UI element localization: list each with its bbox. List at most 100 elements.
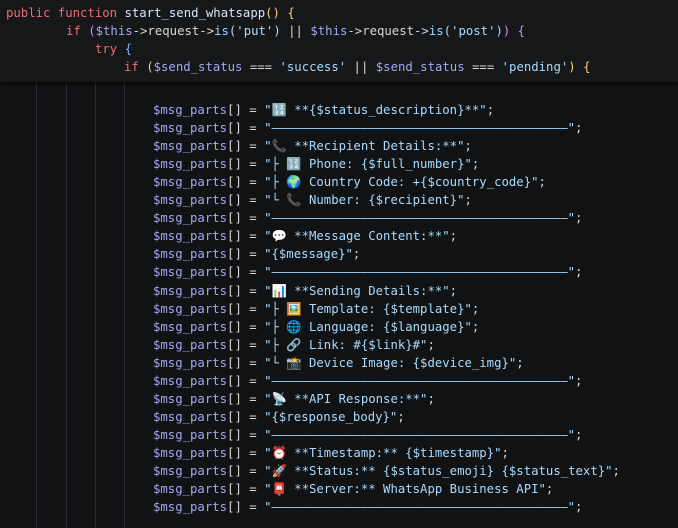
semicolon: ;	[427, 337, 435, 352]
code-line-msg-part[interactable]: $msg_parts[] = "└ 📞 Number: {$recipient}…	[153, 191, 472, 209]
var-msg-parts: $msg_parts	[153, 482, 228, 497]
assign-op: [] =	[227, 337, 265, 352]
code-line-msg-part[interactable]: $msg_parts[] = "├ 🔢 Phone: {$full_number…	[153, 155, 479, 173]
semicolon: ;	[471, 319, 480, 334]
code-line-msg-part[interactable]: $msg_parts[] = "├ 🖼️ Template: {$templat…	[153, 300, 479, 318]
assign-op: [] =	[227, 409, 265, 424]
code-line-msg-part[interactable]: $msg_parts[] = "📮 **Server:** WhatsApp B…	[153, 480, 553, 498]
code-line-msg-part[interactable]: $msg_parts[] = "├ 🔗 Link: #{$link}#";	[153, 336, 435, 354]
assign-op: [] =	[227, 500, 265, 515]
string-literal: "└ 📸 Device Image: {$device_img}"	[264, 355, 517, 370]
code-line-msg-part[interactable]: $msg_parts[] = "————————————————————————…	[153, 263, 582, 281]
code-line-function-signature[interactable]: public function start_send_whatsapp() {	[6, 4, 295, 22]
var-msg-parts: $msg_parts	[153, 175, 228, 190]
if-tail: ) {	[568, 60, 591, 74]
assign-op: [] =	[227, 265, 265, 280]
var-msg-parts: $msg_parts	[153, 139, 228, 154]
var-msg-parts: $msg_parts	[153, 500, 228, 515]
semicolon: ;	[464, 139, 472, 154]
var-send-status: $send_status	[153, 60, 243, 74]
method-is: is	[214, 24, 229, 38]
semicolon: ;	[575, 427, 583, 442]
indent-guide	[95, 82, 96, 528]
var-msg-parts: $msg_parts	[153, 301, 228, 316]
assign-op: [] =	[227, 211, 265, 226]
function-name: start_send_whatsapp	[124, 6, 266, 20]
string-literal: "└ 📞 Number: {$recipient}"	[264, 193, 465, 208]
code-line-msg-part[interactable]: $msg_parts[] = "————————————————————————…	[153, 209, 582, 227]
code-line-msg-part[interactable]: $msg_parts[] = "⏰ **Timestamp:** {$times…	[153, 444, 509, 462]
code-line-msg-part[interactable]: $msg_parts[] = "————————————————————————…	[153, 372, 582, 390]
string-literal: "📞 **Recipient Details:**"	[264, 139, 465, 154]
string-literal: "📡 **API Response:**"	[264, 391, 428, 406]
code-line-if-request[interactable]: if ($this->request->is('put') || $this->…	[66, 22, 525, 40]
semicolon: ;	[575, 121, 583, 136]
var-msg-parts: $msg_parts	[153, 427, 228, 442]
var-msg-parts: $msg_parts	[153, 229, 228, 244]
semicolon: ;	[575, 211, 583, 226]
code-line-msg-part[interactable]: $msg_parts[] = "💬 **Message Content:**";	[153, 227, 457, 245]
assign-op: [] =	[227, 247, 265, 262]
string-literal: "{$message}"	[264, 247, 353, 262]
code-line-msg-part[interactable]: $msg_parts[] = "————————————————————————…	[153, 426, 582, 444]
code-line-msg-part[interactable]: $msg_parts[] = "├ 🌐 Language: {$language…	[153, 318, 479, 336]
code-editor[interactable]: public function start_send_whatsapp() { …	[0, 0, 678, 528]
semicolon: ;	[471, 301, 480, 316]
assign-op: [] =	[227, 139, 265, 154]
keyword-try: try	[95, 42, 118, 56]
code-line-msg-part[interactable]: $msg_parts[] = "📞 **Recipient Details:**…	[153, 137, 472, 155]
code-line-msg-part[interactable]: $msg_parts[] = "{$response_body}";	[153, 408, 405, 426]
string-literal: "🚀 **Status:** {$status_emoji} {$status_…	[264, 464, 613, 478]
string-literal: "📊 **Sending Details:**"	[264, 283, 450, 298]
code-line-msg-part[interactable]: $msg_parts[] = "└ 📸 Device Image: {$devi…	[153, 354, 524, 372]
code-line-msg-part[interactable]: $msg_parts[] = "🚀 **Status:** {$status_e…	[153, 462, 620, 480]
code-line-msg-part[interactable]: $msg_parts[] = "📊 **Sending Details:**";	[153, 282, 457, 300]
var-msg-parts: $msg_parts	[153, 445, 228, 460]
arg-post: ('post')	[443, 24, 503, 38]
code-line-msg-part[interactable]: $msg_parts[] = "{$message}";	[153, 245, 360, 263]
var-this: $this	[95, 24, 133, 38]
assign-op: [] =	[227, 301, 265, 316]
assign-op: [] =	[227, 193, 265, 208]
assign-op: [] =	[227, 445, 265, 460]
semicolon: ;	[352, 247, 361, 262]
string-literal: "———————————————————————————————————————…	[264, 211, 576, 226]
assign-op: [] =	[227, 464, 265, 478]
or-op: ||	[280, 24, 311, 38]
var-msg-parts: $msg_parts	[153, 355, 228, 370]
code-line-msg-part[interactable]: $msg_parts[] = "📡 **API Response:**";	[153, 390, 435, 408]
assign-op: [] =	[227, 427, 265, 442]
keyword-if: if	[66, 24, 81, 38]
assign-op: [] =	[227, 482, 265, 497]
string-literal: "├ 🖼️ Template: {$template}"	[264, 301, 472, 316]
string-literal: "├ 🌍 Country Code: +{$country_code}"	[264, 175, 539, 190]
code-line-if-status[interactable]: if ($send_status === 'success' || $send_…	[124, 58, 591, 76]
var-msg-parts: $msg_parts	[153, 211, 228, 226]
var-send-status: $send_status	[375, 60, 465, 74]
string-literal: "{$response_body}"	[264, 409, 398, 424]
semicolon: ;	[575, 373, 583, 388]
string-literal: "———————————————————————————————————————…	[264, 427, 576, 442]
semicolon: ;	[449, 229, 458, 244]
var-msg-parts: $msg_parts	[153, 121, 228, 136]
string-literal: "├ 🔗 Link: #{$link}#"	[264, 337, 428, 352]
paren-open: (	[138, 60, 154, 74]
code-line-msg-part[interactable]: $msg_parts[] = "————————————————————————…	[153, 119, 582, 137]
semicolon: ;	[538, 175, 546, 190]
var-msg-parts: $msg_parts	[153, 319, 228, 334]
sticky-scroll-header[interactable]: public function start_send_whatsapp() { …	[0, 0, 678, 82]
code-line-msg-part[interactable]: $msg_parts[] = "├ 🌍 Country Code: +{$cou…	[153, 173, 546, 191]
code-line-msg-part[interactable]: $msg_parts[] = "🔢 **{$status_description…	[153, 101, 494, 119]
string-success: 'success'	[279, 60, 347, 74]
paren-open: (	[80, 24, 96, 38]
assign-op: [] =	[227, 157, 265, 172]
string-literal: "⏰ **Timestamp:** {$timestamp}"	[264, 445, 502, 460]
code-line-msg-part[interactable]: $msg_parts[] = "————————————————————————…	[153, 498, 582, 516]
semicolon: ;	[575, 500, 583, 515]
string-literal: "🔢 **{$status_description}**"	[264, 103, 487, 117]
semicolon: ;	[471, 157, 480, 172]
indent-guide	[124, 82, 125, 528]
assign-op: [] =	[227, 373, 265, 388]
code-line-try[interactable]: try {	[95, 40, 132, 58]
var-msg-parts: $msg_parts	[153, 265, 228, 280]
